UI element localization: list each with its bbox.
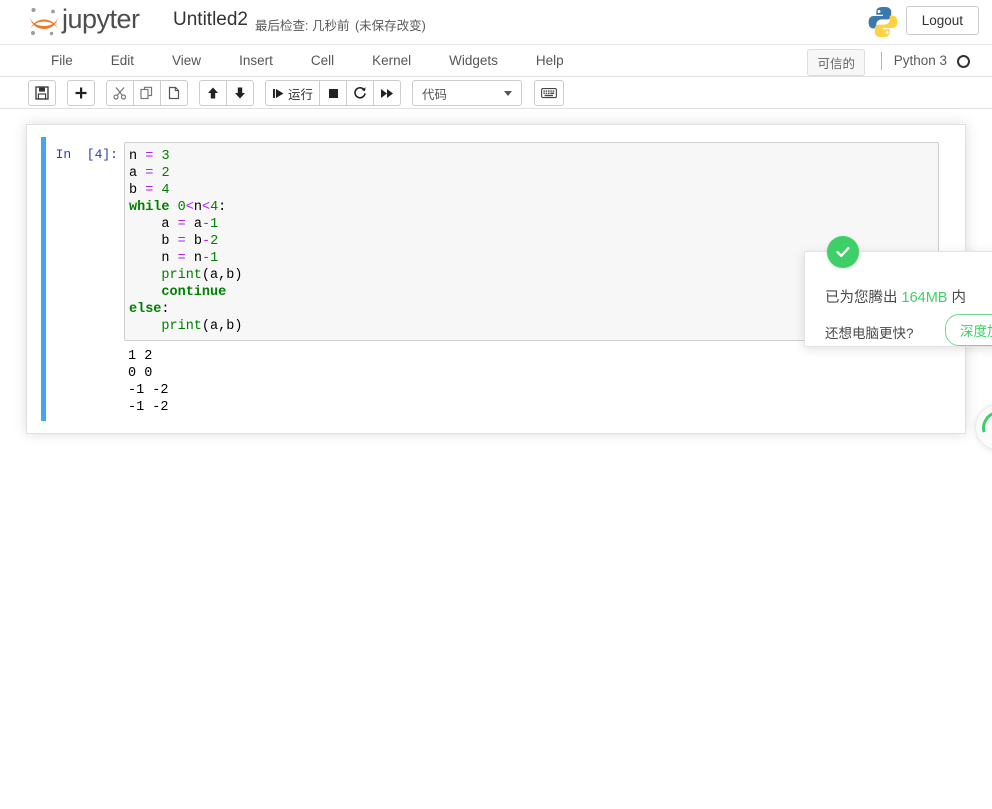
- cell-prompt: In [4]:: [46, 142, 124, 162]
- logout-button[interactable]: Logout: [906, 6, 979, 35]
- toolbar: 运行 代码: [0, 77, 992, 109]
- toolbar-group-run: 运行: [265, 80, 401, 106]
- notification-message: 已为您腾出 164MB 内: [825, 286, 966, 307]
- menu-kernel[interactable]: Kernel: [353, 45, 430, 77]
- restart-run-all-button[interactable]: [373, 80, 401, 106]
- cell-output: 1 2 0 0 -1 -2 -1 -2: [124, 348, 939, 416]
- menu-widgets[interactable]: Widgets: [430, 45, 517, 77]
- arrow-down-icon: [233, 86, 247, 100]
- unsaved-changes-label: (未保存改变): [355, 15, 426, 34]
- toolbar-group-edit: [106, 80, 188, 106]
- command-palette-button[interactable]: [534, 80, 564, 106]
- kernel-idle-circle-icon[interactable]: [957, 55, 970, 68]
- menu-view[interactable]: View: [153, 45, 220, 77]
- copy-cell-button[interactable]: [133, 80, 161, 106]
- chevron-down-icon: [504, 91, 512, 96]
- menu-edit[interactable]: Edit: [92, 45, 153, 77]
- kernel-name-label: Python 3: [894, 53, 947, 68]
- move-cell-up-button[interactable]: [199, 80, 227, 106]
- stop-square-icon: [327, 87, 340, 100]
- python-logo-icon: [866, 5, 900, 39]
- toolbar-group-insert: [67, 80, 95, 106]
- menu-cell[interactable]: Cell: [292, 45, 353, 77]
- menu-file[interactable]: File: [32, 45, 92, 77]
- toolbar-group-palette: [534, 80, 564, 106]
- trusted-badge[interactable]: 可信的: [807, 49, 865, 76]
- save-icon: [35, 86, 49, 100]
- brand-title[interactable]: jupyter: [62, 4, 140, 35]
- menu-help[interactable]: Help: [517, 45, 583, 77]
- floating-ball-widget-icon[interactable]: [975, 404, 992, 450]
- fast-forward-icon: [380, 87, 394, 100]
- notebook-name[interactable]: Untitled2: [173, 9, 248, 31]
- arrow-up-icon: [206, 86, 220, 100]
- notification-message-prefix: 已为您腾出: [825, 290, 902, 306]
- save-button[interactable]: [28, 80, 56, 106]
- deep-accelerate-button[interactable]: 深度加: [945, 314, 992, 346]
- kernel-separator: [881, 52, 882, 70]
- floating-ball-progress-arc: [976, 405, 992, 451]
- restart-kernel-button[interactable]: [346, 80, 374, 106]
- cell-output-row: 1 2 0 0 -1 -2 -1 -2: [46, 348, 960, 416]
- plus-icon: [74, 86, 88, 100]
- cell-type-select[interactable]: 代码: [412, 80, 522, 106]
- move-cell-down-button[interactable]: [226, 80, 254, 106]
- system-notification-popup[interactable]: 已为您腾出 164MB 内 还想电脑更快? 深度加: [804, 251, 992, 347]
- output-text: 1 2 0 0 -1 -2 -1 -2: [128, 348, 939, 416]
- interrupt-kernel-button[interactable]: [319, 80, 347, 106]
- notification-memory-amount: 164MB: [902, 290, 948, 306]
- paste-cell-button[interactable]: [160, 80, 188, 106]
- last-checkpoint-label: 最后检查: 几秒前: [255, 15, 349, 34]
- notification-message-suffix: 内: [947, 290, 966, 306]
- cell-type-value: 代码: [422, 84, 447, 103]
- menu-bar: File Edit View Insert Cell Kernel Widget…: [0, 45, 992, 77]
- insert-cell-below-button[interactable]: [67, 80, 95, 106]
- check-circle-icon: [827, 236, 859, 268]
- run-icon: [272, 87, 285, 100]
- paste-icon: [167, 86, 181, 100]
- scissors-icon: [113, 86, 127, 100]
- run-cell-button[interactable]: 运行: [265, 80, 320, 106]
- copy-icon: [140, 86, 154, 100]
- cut-cell-button[interactable]: [106, 80, 134, 106]
- jupyter-logo-icon[interactable]: [24, 3, 64, 41]
- notebook-area: In [4]: n = 3 a = 2 b = 4 while 0<n<4: a…: [0, 109, 992, 808]
- app-header: jupyter Untitled2 最后检查: 几秒前 (未保存改变) Logo…: [0, 0, 992, 45]
- notification-question: 还想电脑更快?: [825, 322, 914, 342]
- menu-insert[interactable]: Insert: [220, 45, 292, 77]
- run-cell-label: 运行: [288, 84, 313, 103]
- keyboard-icon: [541, 87, 557, 99]
- menu-items-group: File Edit View Insert Cell Kernel Widget…: [32, 45, 583, 77]
- toolbar-group-file: [28, 80, 56, 106]
- toolbar-group-move: [199, 80, 254, 106]
- restart-icon: [353, 86, 367, 100]
